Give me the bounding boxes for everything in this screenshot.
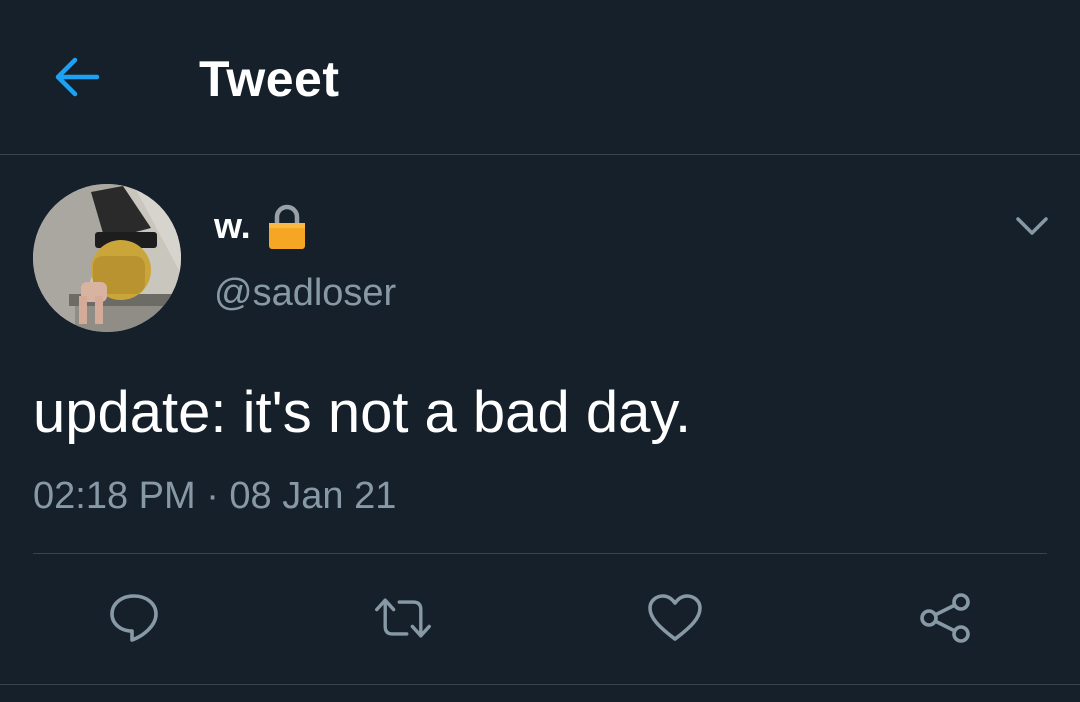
user-handle[interactable]: @sadloser [214, 268, 396, 318]
lock-icon [268, 204, 305, 249]
chevron-down-icon [1016, 217, 1048, 235]
arrow-left-icon [55, 57, 100, 97]
display-name-text: w. [214, 205, 251, 246]
bottom-divider [0, 684, 1080, 685]
page-title: Tweet [199, 51, 340, 107]
retweet-icon [375, 598, 431, 638]
heart-icon [648, 594, 702, 641]
tweet-detail-screen: Tweet w. @sadloser update: it's not a ba… [0, 0, 1080, 702]
like-button[interactable] [645, 588, 705, 648]
top-app-bar: Tweet [0, 0, 1080, 155]
speech-bubble-icon [110, 594, 158, 642]
share-icon [920, 593, 970, 643]
avatar[interactable] [33, 184, 181, 332]
avatar-image [33, 184, 181, 332]
divider [33, 553, 1047, 554]
share-button[interactable] [915, 588, 975, 648]
retweet-button[interactable] [373, 588, 433, 648]
reply-button[interactable] [104, 588, 164, 648]
more-options-button[interactable] [1010, 206, 1054, 246]
back-button[interactable] [48, 50, 106, 104]
tweet-text: update: it's not a bad day. [33, 380, 692, 445]
tweet-timestamp[interactable]: 02:18 PM · 08 Jan 21 [33, 470, 396, 522]
display-name[interactable]: w. [214, 200, 307, 252]
